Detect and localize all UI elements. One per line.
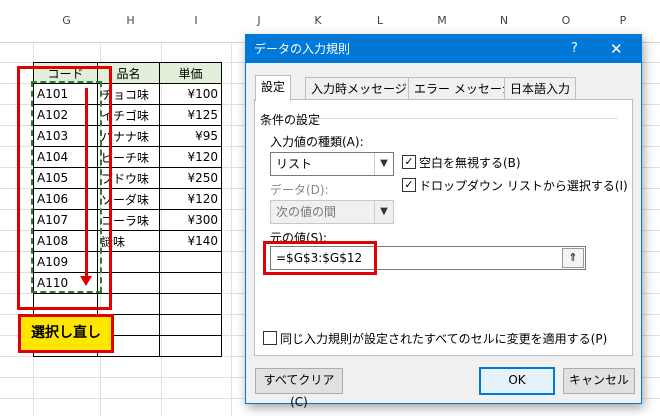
- column-header-i[interactable]: I: [161, 0, 231, 42]
- cell-price[interactable]: ¥95: [159, 125, 222, 147]
- cell-price[interactable]: ¥250: [159, 167, 222, 189]
- allow-label: 入力値の種類(A):: [270, 135, 364, 149]
- tab-error-message[interactable]: エラー メッセージ: [408, 77, 520, 100]
- in-cell-dropdown-label: ドロップダウン リストから選択する(I): [419, 179, 628, 193]
- ignore-blank-label: 空白を無視する(B): [419, 156, 521, 170]
- dialog-titlebar[interactable]: データの入力規則 ? ✕: [246, 35, 641, 63]
- data-select: 次の値の間 ▼: [270, 200, 394, 224]
- cell-price[interactable]: [159, 251, 222, 273]
- help-button[interactable]: ?: [571, 35, 578, 63]
- cell-price[interactable]: ¥300: [159, 209, 222, 231]
- chevron-down-icon: ▼: [374, 201, 393, 223]
- cell-price[interactable]: [159, 272, 222, 294]
- ignore-blank-checkbox[interactable]: ✓: [402, 155, 416, 169]
- ok-button[interactable]: OK: [479, 367, 555, 395]
- in-cell-dropdown-checkbox[interactable]: ✓: [402, 178, 416, 192]
- cell-price[interactable]: ¥100: [159, 83, 222, 105]
- selection-highlight-box: [17, 66, 112, 310]
- column-header-h[interactable]: H: [100, 0, 161, 42]
- header-cell-price[interactable]: 単価: [159, 62, 222, 84]
- cell-price[interactable]: [159, 335, 222, 357]
- cell-price[interactable]: ¥120: [159, 188, 222, 210]
- clear-all-button[interactable]: すべてクリア(C): [255, 368, 343, 409]
- grid-line: [231, 42, 232, 416]
- tab-settings[interactable]: 設定: [255, 75, 292, 101]
- cell-price[interactable]: [159, 293, 222, 315]
- apply-all-checkbox[interactable]: [263, 331, 277, 345]
- cell-price[interactable]: [159, 314, 222, 336]
- data-select-value: 次の値の間: [276, 205, 337, 219]
- cell-price[interactable]: ¥125: [159, 104, 222, 126]
- apply-all-label: 同じ入力規則が設定されたすべてのセルに変更を適用する(P): [280, 332, 608, 346]
- cell-price[interactable]: ¥120: [159, 146, 222, 168]
- dialog-title: データの入力規則: [254, 42, 351, 56]
- down-arrow-icon: [80, 276, 92, 286]
- reselect-callout: 選択し直し: [18, 314, 114, 353]
- collapse-ref-icon[interactable]: ⇑: [562, 248, 584, 268]
- allow-select-value: リスト: [276, 157, 313, 171]
- group-label-criteria: 条件の設定: [260, 113, 321, 127]
- allow-select[interactable]: リスト ▼: [270, 152, 394, 176]
- column-header-g[interactable]: G: [33, 0, 100, 42]
- close-icon[interactable]: ✕: [610, 35, 623, 63]
- group-divider: [318, 118, 618, 119]
- data-label: データ(D):: [270, 183, 329, 197]
- data-validation-dialog: データの入力規則 ? ✕ 設定 入力時メッセージ エラー メッセージ 日本語入力…: [245, 34, 642, 409]
- tab-ime[interactable]: 日本語入力: [504, 77, 577, 100]
- cell-price[interactable]: ¥140: [159, 230, 222, 252]
- chevron-down-icon[interactable]: ▼: [374, 153, 393, 175]
- source-highlight-box: [263, 241, 377, 275]
- down-arrow-line: [85, 88, 88, 278]
- tab-input-message[interactable]: 入力時メッセージ: [305, 77, 413, 100]
- cancel-button[interactable]: キャンセル: [563, 368, 635, 394]
